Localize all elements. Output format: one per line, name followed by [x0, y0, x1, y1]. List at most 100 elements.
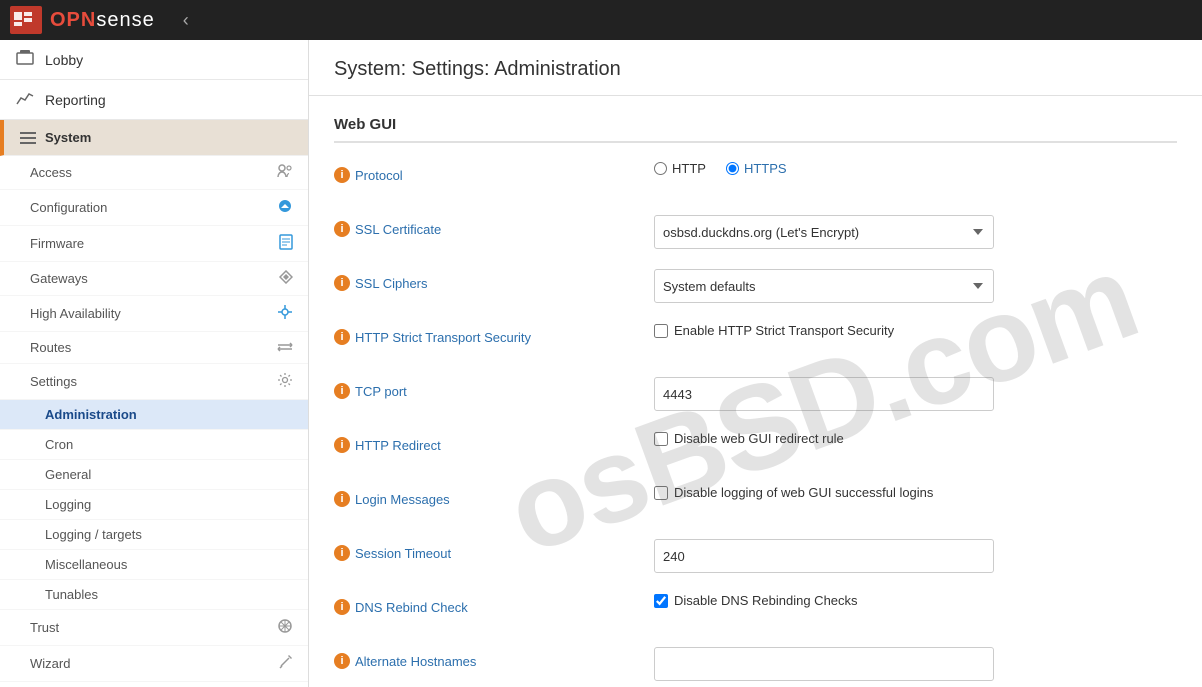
session-timeout-link[interactable]: Session Timeout — [355, 546, 451, 561]
configuration-icon — [277, 198, 293, 217]
ssl-cert-row: i SSL Certificate osbsd.duckdns.org (Let… — [334, 215, 1177, 251]
routes-label: Routes — [30, 340, 71, 355]
ssl-ciphers-info-icon[interactable]: i — [334, 275, 350, 291]
login-messages-info-icon[interactable]: i — [334, 491, 350, 507]
ssl-cert-select[interactable]: osbsd.duckdns.org (Let's Encrypt) — [654, 215, 994, 249]
trust-label: Trust — [30, 620, 59, 635]
sidebar-item-firmware[interactable]: Firmware — [0, 226, 308, 262]
sidebar-item-high-availability[interactable]: High Availability — [0, 296, 308, 332]
high-availability-label: High Availability — [30, 306, 121, 321]
hsts-label: i HTTP Strict Transport Security — [334, 323, 654, 345]
sidebar-item-reporting[interactable]: Reporting — [0, 80, 308, 120]
miscellaneous-label: Miscellaneous — [45, 557, 127, 572]
firmware-icon — [279, 234, 293, 253]
sidebar-item-routes[interactable]: Routes — [0, 332, 308, 364]
sidebar-item-wizard[interactable]: Wizard — [0, 646, 308, 682]
dns-rebind-row: i DNS Rebind Check Disable DNS Rebinding… — [334, 593, 1177, 629]
ssl-ciphers-label: i SSL Ciphers — [334, 269, 654, 291]
sidebar-item-settings[interactable]: Settings — [0, 364, 308, 400]
protocol-http-option[interactable]: HTTP — [654, 161, 706, 176]
sidebar-item-administration[interactable]: Administration — [0, 400, 308, 430]
sidebar-item-lobby[interactable]: Lobby — [0, 40, 308, 80]
ssl-cert-control: osbsd.duckdns.org (Let's Encrypt) — [654, 215, 1177, 249]
protocol-https-option[interactable]: HTTPS — [726, 161, 787, 176]
trust-icon — [277, 618, 293, 637]
sidebar-item-configuration[interactable]: Configuration — [0, 190, 308, 226]
tcp-port-input[interactable] — [654, 377, 994, 411]
ssl-ciphers-select[interactable]: System defaults — [654, 269, 994, 303]
http-redirect-checkbox[interactable] — [654, 432, 668, 446]
alt-hostnames-row: i Alternate Hostnames Alternate Hostname… — [334, 647, 1177, 687]
dns-rebind-info-icon[interactable]: i — [334, 599, 350, 615]
alt-hostnames-link[interactable]: Alternate Hostnames — [355, 654, 476, 669]
ssl-cert-link[interactable]: SSL Certificate — [355, 222, 441, 237]
reporting-icon — [15, 90, 35, 109]
session-timeout-info-icon[interactable]: i — [334, 545, 350, 561]
http-redirect-info-icon[interactable]: i — [334, 437, 350, 453]
hsts-link[interactable]: HTTP Strict Transport Security — [355, 330, 531, 345]
http-redirect-link[interactable]: HTTP Redirect — [355, 438, 441, 453]
ssl-ciphers-row: i SSL Ciphers System defaults — [334, 269, 1177, 305]
sidebar-toggle[interactable]: ‹ — [175, 6, 197, 35]
brand: OPNsense — [10, 6, 155, 34]
sidebar-item-log-files[interactable]: Log Files — [0, 682, 308, 687]
dns-rebind-checkbox[interactable] — [654, 594, 668, 608]
hsts-checkbox-item[interactable]: Enable HTTP Strict Transport Security — [654, 323, 894, 338]
alt-hostnames-control: Alternate Hostnames for DNS Rebinding an… — [654, 647, 1177, 687]
sidebar-item-access[interactable]: Access — [0, 156, 308, 190]
tcp-port-link[interactable]: TCP port — [355, 384, 407, 399]
sidebar-item-general[interactable]: General — [0, 460, 308, 490]
brand-name: OPNsense — [50, 9, 155, 32]
main-layout: Lobby Reporting System Access Configurat… — [0, 40, 1202, 687]
login-messages-checkbox[interactable] — [654, 486, 668, 500]
protocol-https-label: HTTPS — [744, 161, 787, 176]
system-label: System — [45, 130, 91, 145]
session-timeout-label: i Session Timeout — [334, 539, 654, 561]
logging-targets-label: Logging / targets — [45, 527, 142, 542]
hsts-checkbox-label: Enable HTTP Strict Transport Security — [674, 323, 894, 338]
access-icon — [277, 164, 293, 181]
login-messages-checkbox-label: Disable logging of web GUI successful lo… — [674, 485, 933, 500]
sidebar-item-miscellaneous[interactable]: Miscellaneous — [0, 550, 308, 580]
reporting-label: Reporting — [45, 92, 106, 108]
gateways-label: Gateways — [30, 271, 88, 286]
top-navbar: OPNsense ‹ — [0, 0, 1202, 40]
http-redirect-label: i HTTP Redirect — [334, 431, 654, 453]
ssl-cert-label: i SSL Certificate — [334, 215, 654, 237]
ssl-cert-info-icon[interactable]: i — [334, 221, 350, 237]
login-messages-control: Disable logging of web GUI successful lo… — [654, 485, 1177, 500]
session-timeout-input[interactable] — [654, 539, 994, 573]
sidebar-section-system[interactable]: System — [0, 120, 308, 156]
sidebar-item-cron[interactable]: Cron — [0, 430, 308, 460]
sidebar-item-trust[interactable]: Trust — [0, 610, 308, 646]
settings-icon — [277, 372, 293, 391]
alt-hostnames-info-icon[interactable]: i — [334, 653, 350, 669]
alt-hostnames-input[interactable] — [654, 647, 994, 681]
protocol-link[interactable]: Protocol — [355, 168, 403, 183]
login-messages-link[interactable]: Login Messages — [355, 492, 450, 507]
http-redirect-checkbox-item[interactable]: Disable web GUI redirect rule — [654, 431, 844, 446]
wizard-label: Wizard — [30, 656, 70, 671]
sidebar-item-logging[interactable]: Logging — [0, 490, 308, 520]
ssl-ciphers-control: System defaults — [654, 269, 1177, 303]
hsts-row: i HTTP Strict Transport Security Enable … — [334, 323, 1177, 359]
configuration-label: Configuration — [30, 200, 107, 215]
protocol-http-label: HTTP — [672, 161, 706, 176]
protocol-info-icon[interactable]: i — [334, 167, 350, 183]
login-messages-checkbox-item[interactable]: Disable logging of web GUI successful lo… — [654, 485, 933, 500]
dns-rebind-link[interactable]: DNS Rebind Check — [355, 600, 468, 615]
high-availability-icon — [277, 304, 293, 323]
dns-rebind-checkbox-item[interactable]: Disable DNS Rebinding Checks — [654, 593, 858, 608]
sidebar-item-tunables[interactable]: Tunables — [0, 580, 308, 610]
lobby-label: Lobby — [45, 52, 83, 68]
sidebar-item-logging-targets[interactable]: Logging / targets — [0, 520, 308, 550]
brand-icon — [10, 6, 42, 34]
hsts-control: Enable HTTP Strict Transport Security — [654, 323, 1177, 338]
hsts-checkbox[interactable] — [654, 324, 668, 338]
ssl-ciphers-link[interactable]: SSL Ciphers — [355, 276, 428, 291]
tcp-port-control — [654, 377, 1177, 411]
hsts-info-icon[interactable]: i — [334, 329, 350, 345]
tcp-port-info-icon[interactable]: i — [334, 383, 350, 399]
page-header: System: Settings: Administration — [309, 40, 1202, 96]
sidebar-item-gateways[interactable]: Gateways — [0, 262, 308, 296]
